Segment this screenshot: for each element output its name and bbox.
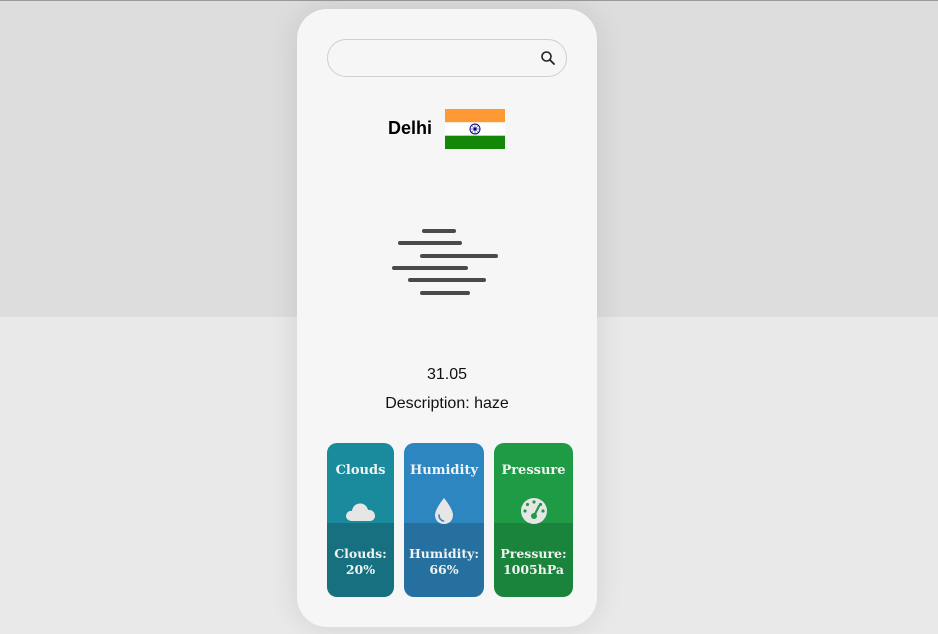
- clouds-tile-title: Clouds: [335, 463, 386, 478]
- pressure-tile: Pressure Pressure: 1005hPa: [494, 443, 573, 597]
- pressure-value-label: Pressure:: [500, 546, 567, 561]
- temperature-value: 31.05: [426, 366, 468, 383]
- clouds-value: 20%: [345, 562, 376, 577]
- haze-icon: [392, 227, 502, 297]
- humidity-value-label: Humidity:: [408, 546, 479, 561]
- humidity-value: 66%: [429, 562, 459, 577]
- clouds-tile: Clouds Clouds: 20%: [327, 443, 394, 597]
- humidity-tile-title: Humidity: [409, 463, 478, 478]
- location-row: Delhi: [297, 108, 597, 150]
- city-name: Delhi: [388, 118, 433, 138]
- pressure-tile-title: Pressure: [501, 463, 566, 478]
- search-bar: [327, 39, 567, 77]
- pressure-tile-value: Pressure: 1005hPa: [494, 546, 573, 578]
- weather-description: Description: haze: [385, 395, 509, 412]
- clouds-tile-value: Clouds: 20%: [327, 546, 394, 578]
- weather-card: Delhi 31.05 Description: haze Clouds Clo…: [297, 9, 597, 627]
- gauge-icon: [517, 497, 551, 525]
- clouds-value-label: Clouds:: [334, 546, 387, 561]
- humidity-tile: Humidity Humidity: 66%: [404, 443, 484, 597]
- search-input[interactable]: [340, 48, 534, 70]
- search-icon[interactable]: [540, 50, 556, 66]
- droplet-icon: [427, 497, 461, 525]
- cloud-icon: [344, 497, 378, 525]
- india-flag-icon: [445, 109, 505, 149]
- humidity-tile-value: Humidity: 66%: [404, 546, 484, 578]
- pressure-value: 1005hPa: [502, 562, 565, 577]
